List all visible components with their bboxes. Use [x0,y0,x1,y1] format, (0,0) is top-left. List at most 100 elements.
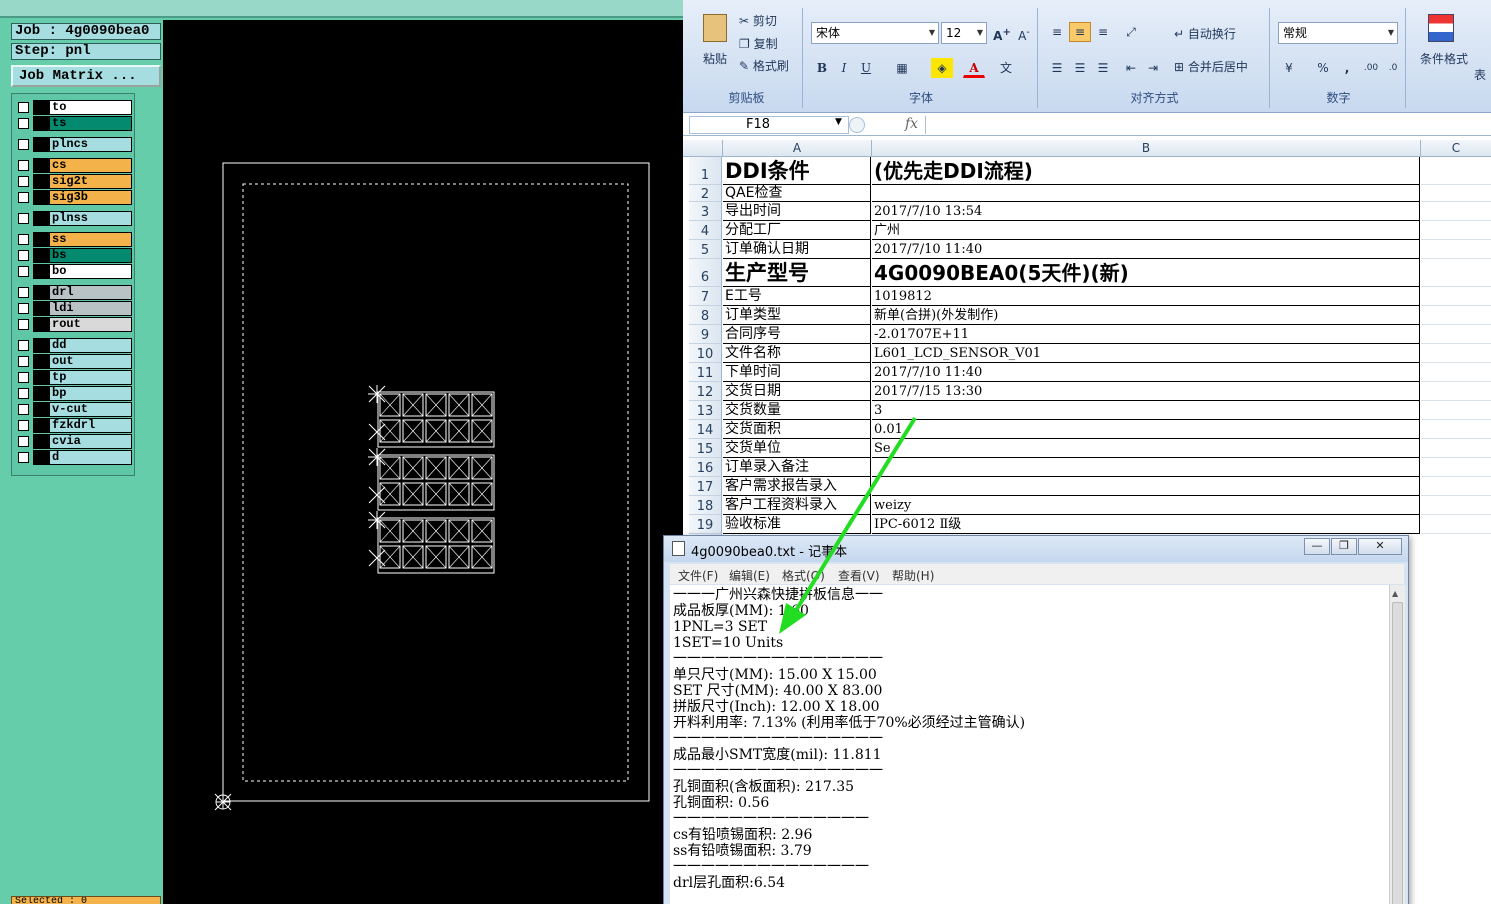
layer-checkbox[interactable] [18,340,29,351]
row-header[interactable]: 17 [689,477,722,496]
font-name-select[interactable]: 宋体 ▼ [811,22,939,44]
cell-b[interactable]: IPC-6012 Ⅱ级 [872,515,1420,534]
align-bottom-button[interactable]: ≡ [1092,22,1114,42]
layer-name[interactable]: plnss [49,211,132,226]
layer-name[interactable]: ldi [49,301,132,316]
layer-checkbox[interactable] [18,139,29,150]
cell-b[interactable]: L601_LCD_SENSOR_V01 [872,344,1420,363]
layer-checkbox[interactable] [18,452,29,463]
cell-c[interactable] [1421,221,1491,240]
layer-checkbox[interactable] [18,420,29,431]
row-header[interactable]: 8 [689,306,722,325]
row-header[interactable]: 7 [689,287,722,306]
cell-a[interactable]: 订单确认日期 [723,240,871,259]
currency-button[interactable]: ¥ [1278,58,1300,78]
cell-c[interactable] [1421,439,1491,458]
layer-name[interactable]: ts [49,116,132,131]
cell-c[interactable] [1421,496,1491,515]
layer-row-ldi[interactable]: ldi [15,301,132,316]
scroll-up-icon[interactable]: ▲ [1392,589,1398,598]
orientation-button[interactable]: ⤢ [1120,22,1142,42]
layer-name[interactable]: bo [49,264,132,279]
cell-a[interactable]: 导出时间 [723,202,871,221]
layer-row-drl[interactable]: drl [15,285,132,300]
cell-a[interactable]: 生产型号 [723,259,871,287]
fill-color-button[interactable]: ◈ [931,58,953,78]
cut-button[interactable]: ✂ 剪切 [739,12,777,29]
column-header-c[interactable]: C [1421,140,1491,157]
layer-row-sig3b[interactable]: sig3b [15,190,132,205]
cell-b[interactable]: 1019812 [872,287,1420,306]
layer-row-cs[interactable]: cs [15,158,132,173]
row-header[interactable]: 2 [689,185,722,202]
table-format-button[interactable]: 表 [1474,66,1486,83]
row-header[interactable]: 19 [689,515,722,534]
layer-name[interactable]: tp [49,370,132,385]
underline-button[interactable]: U [855,58,877,78]
increase-indent-button[interactable]: ⇥ [1142,58,1164,78]
layer-row-dd[interactable]: dd [15,338,132,353]
formula-separator-handle[interactable] [849,117,865,133]
align-left-button[interactable]: ☰ [1046,58,1068,78]
menu-file[interactable]: 文件(F) [678,567,718,584]
layer-row-rout[interactable]: rout [15,317,132,332]
align-center-button[interactable]: ☰ [1069,58,1091,78]
layer-checkbox[interactable] [18,102,29,113]
layer-row-ts[interactable]: ts [15,116,132,131]
layer-name[interactable]: sig2t [49,174,132,189]
cell-a[interactable]: 客户需求报告录入 [723,477,871,496]
grow-font-button[interactable]: A+ [991,23,1013,43]
layer-row-cvia[interactable]: cvia [15,434,132,449]
decrease-decimal-button[interactable]: .0 [1382,58,1404,78]
cell-a[interactable]: 订单录入备注 [723,458,871,477]
select-all-corner[interactable] [689,140,723,157]
job-matrix-button[interactable]: Job Matrix ... [11,65,161,87]
cell-a[interactable]: 交货单位 [723,439,871,458]
cell-b[interactable]: weizy [872,496,1420,515]
layer-checkbox[interactable] [18,303,29,314]
cell-a[interactable]: 客户工程资料录入 [723,496,871,515]
cell-b[interactable]: 4G0090BEA0(5天件)(新) [872,259,1420,287]
row-header[interactable]: 12 [689,382,722,401]
cell-c[interactable] [1421,306,1491,325]
cell-a[interactable]: 分配工厂 [723,221,871,240]
cell-b[interactable]: -2.01707E+11 [872,325,1420,344]
chevron-down-icon[interactable]: ▼ [835,117,842,127]
layer-name[interactable]: out [49,354,132,369]
align-middle-button[interactable]: ≡ [1069,22,1091,42]
layer-row-sig2t[interactable]: sig2t [15,174,132,189]
bold-button[interactable]: B [811,58,833,78]
cell-b[interactable]: 2017/7/10 11:40 [872,363,1420,382]
menu-help[interactable]: 帮助(H) [892,567,934,584]
name-box[interactable]: F18 [689,116,849,134]
formula-input[interactable] [925,116,1491,134]
cell-b[interactable] [872,477,1420,496]
layer-row-bp[interactable]: bp [15,386,132,401]
layer-row-out[interactable]: out [15,354,132,369]
cell-b[interactable] [872,185,1420,202]
row-header[interactable]: 13 [689,401,722,420]
layer-checkbox[interactable] [18,192,29,203]
layer-checkbox[interactable] [18,436,29,447]
cell-b[interactable] [872,458,1420,477]
layer-row-tp[interactable]: tp [15,370,132,385]
comma-button[interactable]: , [1336,58,1358,78]
conditional-format-button[interactable]: 条件格式 [1420,50,1468,67]
cell-c[interactable] [1421,259,1491,287]
layer-checkbox[interactable] [18,160,29,171]
layer-checkbox[interactable] [18,287,29,298]
italic-button[interactable]: I [833,58,855,78]
cell-c[interactable] [1421,157,1491,185]
cell-b[interactable]: (优先走DDI流程) [872,157,1420,185]
align-top-button[interactable]: ≡ [1046,22,1068,42]
layer-name[interactable]: bp [49,386,132,401]
minimize-button[interactable]: — [1304,538,1330,555]
cell-a[interactable]: E工号 [723,287,871,306]
layer-name[interactable]: d [49,450,132,465]
cell-c[interactable] [1421,202,1491,221]
layer-name[interactable]: v-cut [49,402,132,417]
layer-name[interactable]: rout [49,317,132,332]
notepad-title-bar[interactable]: 4g0090bea0.txt - 记事本 — ❐ ✕ [664,536,1408,562]
layer-checkbox[interactable] [18,250,29,261]
cell-a[interactable]: 交货日期 [723,382,871,401]
